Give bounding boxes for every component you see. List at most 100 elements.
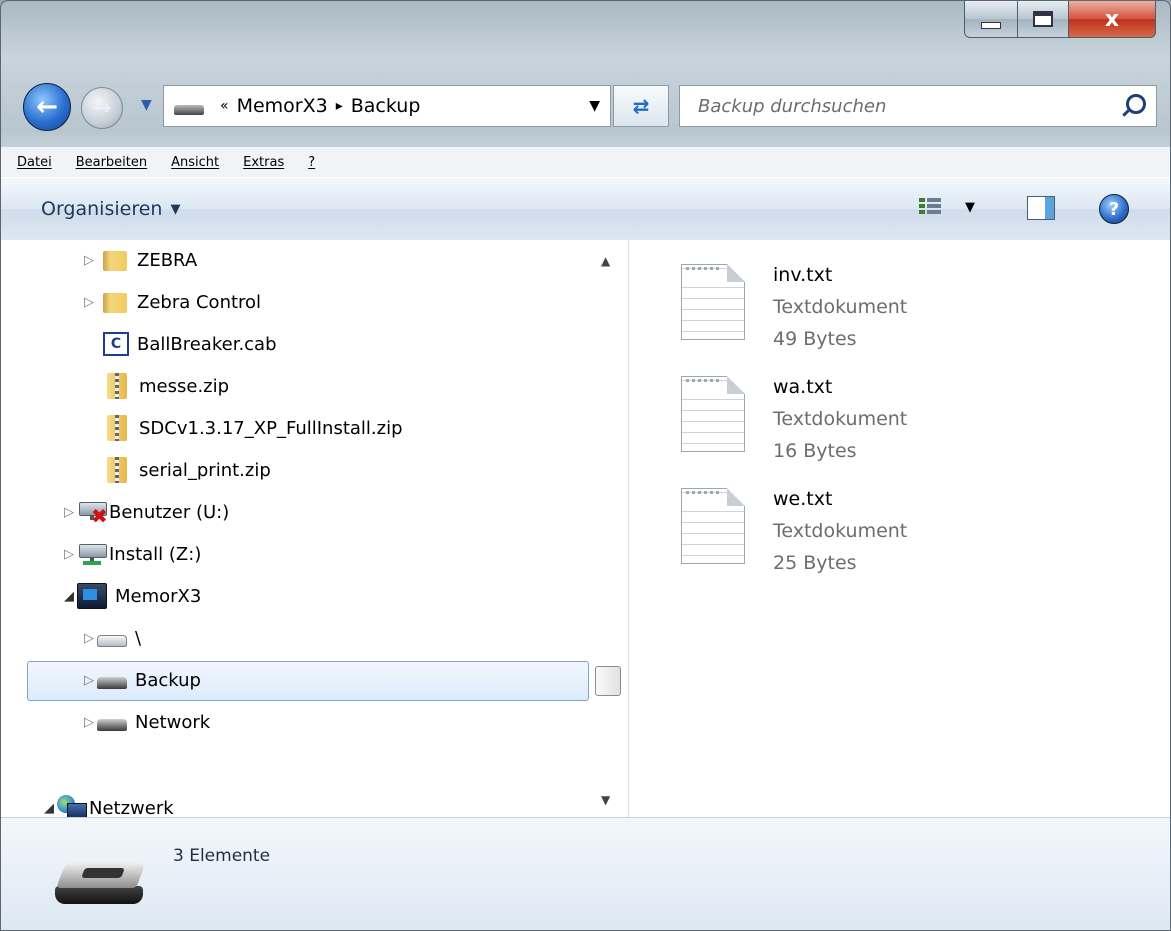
drive-icon	[97, 677, 127, 689]
menu-bearbeiten[interactable]: Bearbeiten	[76, 155, 147, 170]
tree-item-install-drive[interactable]: ▷ Install (Z:)	[61, 534, 201, 574]
drive-icon	[97, 719, 127, 731]
expand-arrow-icon[interactable]: ▷	[81, 631, 97, 646]
maximize-button[interactable]	[1018, 1, 1069, 38]
scroll-thumb[interactable]	[595, 666, 621, 696]
tree-item-network[interactable]: ▷ Network	[81, 702, 210, 742]
file-name: inv.txt	[773, 264, 833, 286]
file-type: Textdokument	[773, 408, 908, 430]
tree-item-label: Backup	[135, 669, 201, 691]
scroll-down-icon[interactable]: ▼	[601, 793, 610, 807]
address-bar[interactable]: « MemorX3 ▸ Backup ▼	[163, 85, 611, 127]
preview-pane-icon[interactable]	[1027, 196, 1055, 220]
collapse-arrow-icon[interactable]: ◢	[41, 801, 57, 816]
tree-item-label: ZEBRA	[137, 249, 198, 271]
tree-item-root-drive[interactable]: ▷ \	[81, 618, 141, 658]
menu-ansicht[interactable]: Ansicht	[171, 155, 219, 170]
tree-item-label: \	[135, 627, 142, 649]
expand-arrow-icon[interactable]: ▷	[61, 505, 77, 520]
tree-item-serial-print-zip[interactable]: serial_print.zip	[107, 450, 271, 490]
chevron-down-icon: ▼	[170, 201, 181, 217]
scroll-up-icon[interactable]: ▲	[601, 254, 610, 268]
search-icon[interactable]	[1126, 94, 1146, 114]
cab-file-icon: C	[103, 332, 129, 356]
maximize-icon	[1033, 11, 1053, 27]
drive-icon	[174, 105, 204, 115]
breadcrumb-separator[interactable]: ▸	[336, 98, 343, 114]
refresh-button[interactable]: ⇄	[613, 85, 669, 127]
view-dropdown-icon[interactable]: ▼	[965, 200, 975, 215]
file-item[interactable]: we.txt Textdokument 25 Bytes	[681, 468, 1121, 574]
expand-arrow-icon[interactable]: ▷	[81, 673, 97, 688]
breadcrumb-overflow[interactable]: «	[220, 98, 229, 114]
breadcrumb-backup[interactable]: Backup	[351, 95, 421, 117]
tree-item-label: Netzwerk	[89, 797, 174, 818]
drive-icon	[55, 862, 149, 908]
search-box	[679, 85, 1157, 127]
tree-scrollbar[interactable]: ▲ ▼	[589, 240, 627, 817]
caption-buttons: x	[964, 1, 1156, 39]
tree-item-zebra-control[interactable]: ▷ Zebra Control	[81, 282, 261, 322]
refresh-icon: ⇄	[632, 94, 650, 118]
file-type: Textdokument	[773, 520, 908, 542]
file-list: inv.txt Textdokument 49 Bytes wa.txt Tex…	[629, 240, 1170, 817]
tree-item-memorx3[interactable]: ◢ MemorX3	[61, 576, 201, 616]
file-item[interactable]: wa.txt Textdokument 16 Bytes	[681, 356, 1121, 462]
forward-arrow-icon: →	[92, 95, 112, 121]
zip-icon	[107, 415, 127, 441]
menu-extras[interactable]: Extras	[243, 155, 284, 170]
tree-item-messe-zip[interactable]: messe.zip	[107, 366, 229, 406]
minimize-button[interactable]	[964, 1, 1018, 38]
navigation-tree: ▷ ZEBRA ▷ Zebra Control C BallBreaker.ca…	[1, 240, 629, 817]
organize-button[interactable]: Organisieren ▼	[41, 198, 180, 220]
close-button[interactable]: x	[1069, 1, 1156, 38]
file-size: 49 Bytes	[773, 328, 857, 350]
tree-item-netzwerk[interactable]: ◢ Netzwerk	[41, 788, 174, 817]
forward-button[interactable]: →	[81, 87, 123, 129]
collapse-arrow-icon[interactable]: ◢	[61, 589, 77, 604]
search-input[interactable]	[696, 94, 1100, 118]
back-arrow-icon: ←	[36, 92, 58, 122]
address-dropdown-icon[interactable]: ▼	[589, 98, 600, 114]
tree-item-label: Benutzer (U:)	[109, 501, 230, 523]
breadcrumb-memorx3[interactable]: MemorX3	[237, 95, 328, 117]
text-document-icon	[681, 264, 745, 340]
disconnected-network-drive-icon: ✖	[77, 500, 108, 526]
tree-item-label: MemorX3	[115, 585, 202, 607]
tree-item-zebra[interactable]: ▷ ZEBRA	[81, 240, 197, 280]
help-icon[interactable]: ?	[1099, 194, 1129, 224]
organize-label: Organisieren	[41, 198, 163, 220]
text-document-icon	[681, 376, 745, 452]
tree-item-label: messe.zip	[139, 375, 230, 397]
tree-item-ballbreaker[interactable]: C BallBreaker.cab	[103, 324, 277, 364]
menu-datei[interactable]: Datei	[17, 155, 52, 170]
file-size: 25 Bytes	[773, 552, 857, 574]
drive-icon	[97, 635, 127, 647]
zip-icon	[107, 373, 127, 399]
back-button[interactable]: ←	[23, 83, 71, 131]
explorer-window: x ← → ▼ « MemorX3 ▸ Backup ▼ ⇄ Datei Bea…	[0, 0, 1171, 931]
details-pane: 3 Elemente	[1, 817, 1170, 930]
expand-arrow-icon[interactable]: ▷	[81, 253, 97, 268]
file-item[interactable]: inv.txt Textdokument 49 Bytes	[681, 244, 1121, 350]
change-view-icon[interactable]	[919, 196, 941, 220]
file-size: 16 Bytes	[773, 440, 857, 462]
history-dropdown-icon[interactable]: ▼	[141, 97, 152, 113]
device-icon	[77, 583, 107, 609]
tree-item-label: Install (Z:)	[109, 543, 202, 565]
tree-item-backup[interactable]: ▷ Backup	[81, 660, 201, 700]
tree-item-label: Network	[135, 711, 211, 733]
menu-help[interactable]: ?	[308, 155, 315, 170]
expand-arrow-icon[interactable]: ▷	[81, 295, 97, 310]
file-type: Textdokument	[773, 296, 908, 318]
tree-item-sdc-zip[interactable]: SDCv1.3.17_XP_FullInstall.zip	[107, 408, 403, 448]
expand-arrow-icon[interactable]: ▷	[61, 547, 77, 562]
text-document-icon	[681, 488, 745, 564]
minimize-icon	[981, 21, 1001, 29]
folder-icon	[103, 249, 129, 271]
network-globe-icon	[57, 795, 87, 817]
tree-item-label: SDCv1.3.17_XP_FullInstall.zip	[139, 417, 403, 439]
tree-item-label: Zebra Control	[137, 291, 262, 313]
tree-item-benutzer-drive[interactable]: ▷ ✖ Benutzer (U:)	[61, 492, 229, 532]
expand-arrow-icon[interactable]: ▷	[81, 715, 97, 730]
